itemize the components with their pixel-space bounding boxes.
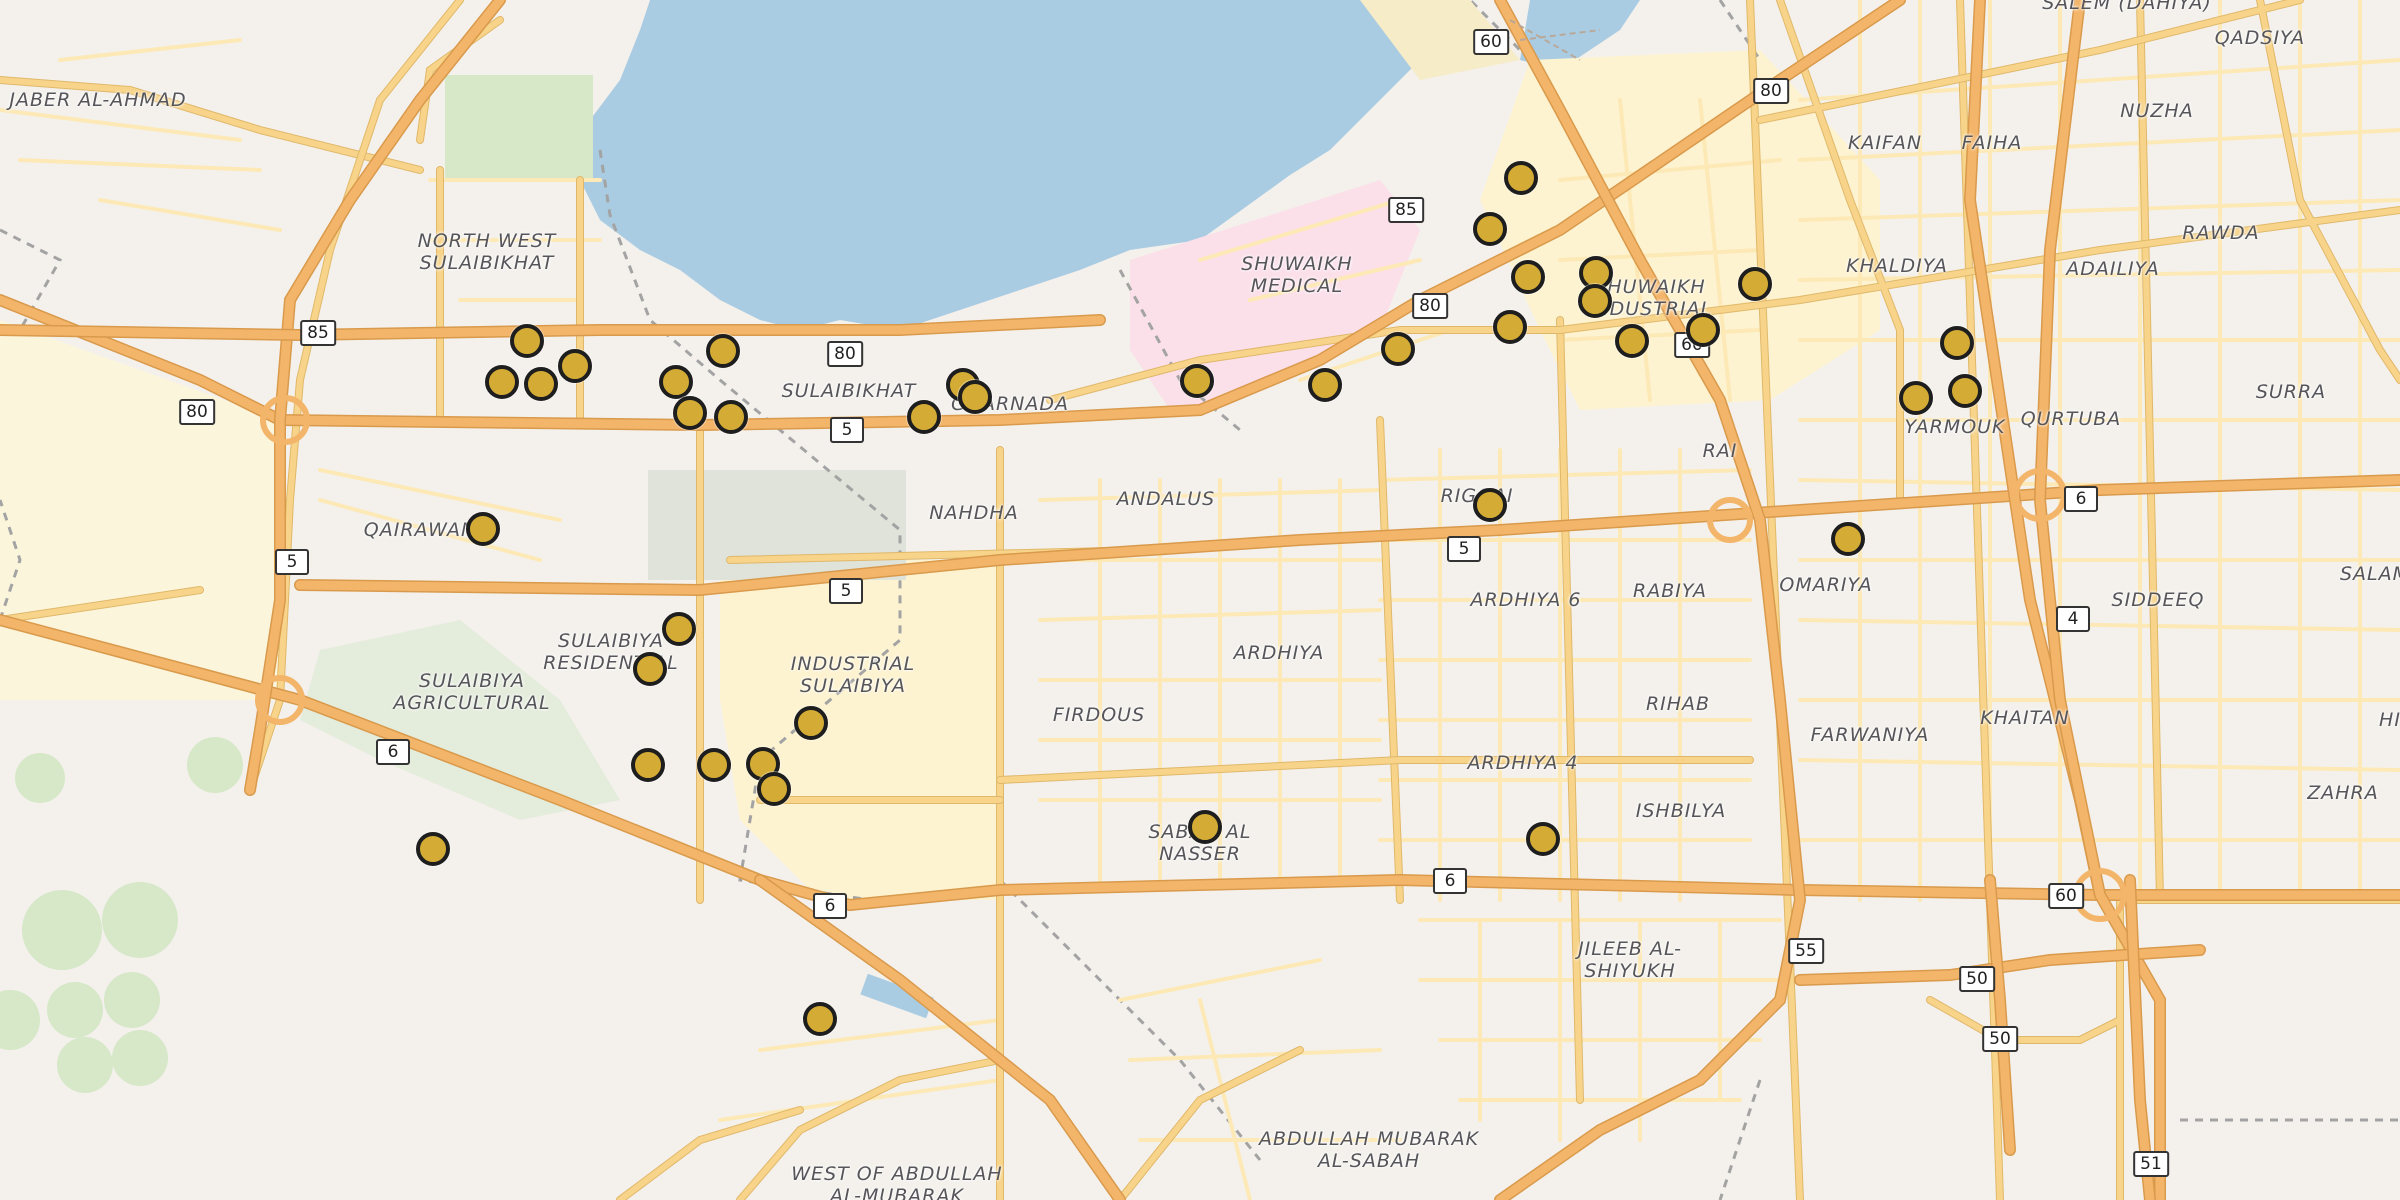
location-marker[interactable] xyxy=(1381,332,1415,366)
location-marker[interactable] xyxy=(1473,488,1507,522)
map-view[interactable]: JABER AL-AHMAD NORTH WEST SULAIBIKHAT SHUW… xyxy=(0,0,2400,1200)
road-shield: 50 xyxy=(1982,1026,2018,1052)
location-marker[interactable] xyxy=(697,748,731,782)
farm-circle xyxy=(112,1030,168,1086)
road-shield: 85 xyxy=(300,320,336,346)
location-marker[interactable] xyxy=(1473,212,1507,246)
location-marker[interactable] xyxy=(631,748,665,782)
road-shield: 5 xyxy=(829,578,863,604)
road-shield: 80 xyxy=(1753,78,1789,104)
location-marker[interactable] xyxy=(485,365,519,399)
location-marker[interactable] xyxy=(1308,368,1342,402)
road-shield: 55 xyxy=(1788,938,1824,964)
location-marker[interactable] xyxy=(803,1002,837,1036)
location-marker[interactable] xyxy=(958,380,992,414)
location-marker[interactable] xyxy=(757,772,791,806)
location-marker[interactable] xyxy=(1578,284,1612,318)
location-marker[interactable] xyxy=(558,349,592,383)
farm-circle xyxy=(57,1037,113,1093)
west-desert xyxy=(0,320,280,700)
road-shield: 5 xyxy=(275,549,309,575)
road-shield: 5 xyxy=(1447,536,1481,562)
boundary-line xyxy=(998,878,1262,1161)
location-marker[interactable] xyxy=(633,652,667,686)
road-shield: 6 xyxy=(1433,868,1467,894)
location-marker[interactable] xyxy=(524,367,558,401)
farm-circle xyxy=(22,890,102,970)
location-marker[interactable] xyxy=(662,612,696,646)
road-shield: 85 xyxy=(1388,197,1424,223)
location-marker[interactable] xyxy=(794,706,828,740)
industrial-sulaibiya-zone xyxy=(720,560,1000,900)
road-shield: 50 xyxy=(1959,966,1995,992)
location-marker[interactable] xyxy=(1948,374,1982,408)
location-marker[interactable] xyxy=(1504,161,1538,195)
farm-circle xyxy=(47,982,103,1038)
road-shield: 6 xyxy=(376,739,410,765)
road-shield: 5 xyxy=(830,417,864,443)
location-marker[interactable] xyxy=(673,396,707,430)
location-marker[interactable] xyxy=(1831,522,1865,556)
location-marker[interactable] xyxy=(1180,364,1214,398)
road-shield: 6 xyxy=(813,893,847,919)
farm-circle xyxy=(102,882,178,958)
location-marker[interactable] xyxy=(1686,313,1720,347)
location-marker[interactable] xyxy=(1940,326,1974,360)
location-marker[interactable] xyxy=(1188,810,1222,844)
road-shield: 80 xyxy=(1412,293,1448,319)
location-marker[interactable] xyxy=(1526,822,1560,856)
road-shield: 4 xyxy=(2056,606,2090,632)
map-base-layer xyxy=(0,0,2400,1200)
location-marker[interactable] xyxy=(416,832,450,866)
location-marker[interactable] xyxy=(510,324,544,358)
road-shield: 80 xyxy=(179,399,215,425)
road-shield: 6 xyxy=(2064,486,2098,512)
location-marker[interactable] xyxy=(1615,324,1649,358)
farm-circle xyxy=(15,753,65,803)
road-shield: 60 xyxy=(1473,29,1509,55)
location-marker[interactable] xyxy=(1899,381,1933,415)
farm-circle xyxy=(104,972,160,1028)
location-marker[interactable] xyxy=(659,365,693,399)
road-shield: 80 xyxy=(827,341,863,367)
farm-circle xyxy=(0,990,40,1050)
location-marker[interactable] xyxy=(907,400,941,434)
location-marker[interactable] xyxy=(466,512,500,546)
location-marker[interactable] xyxy=(1738,267,1772,301)
location-marker[interactable] xyxy=(714,400,748,434)
road-shield: 60 xyxy=(2048,883,2084,909)
location-marker[interactable] xyxy=(1511,260,1545,294)
road-shield: 51 xyxy=(2133,1151,2169,1177)
park-north xyxy=(445,75,593,180)
location-marker[interactable] xyxy=(1493,310,1527,344)
farm-circle xyxy=(187,737,243,793)
location-marker[interactable] xyxy=(706,334,740,368)
park-sulaibikhat xyxy=(648,470,906,580)
